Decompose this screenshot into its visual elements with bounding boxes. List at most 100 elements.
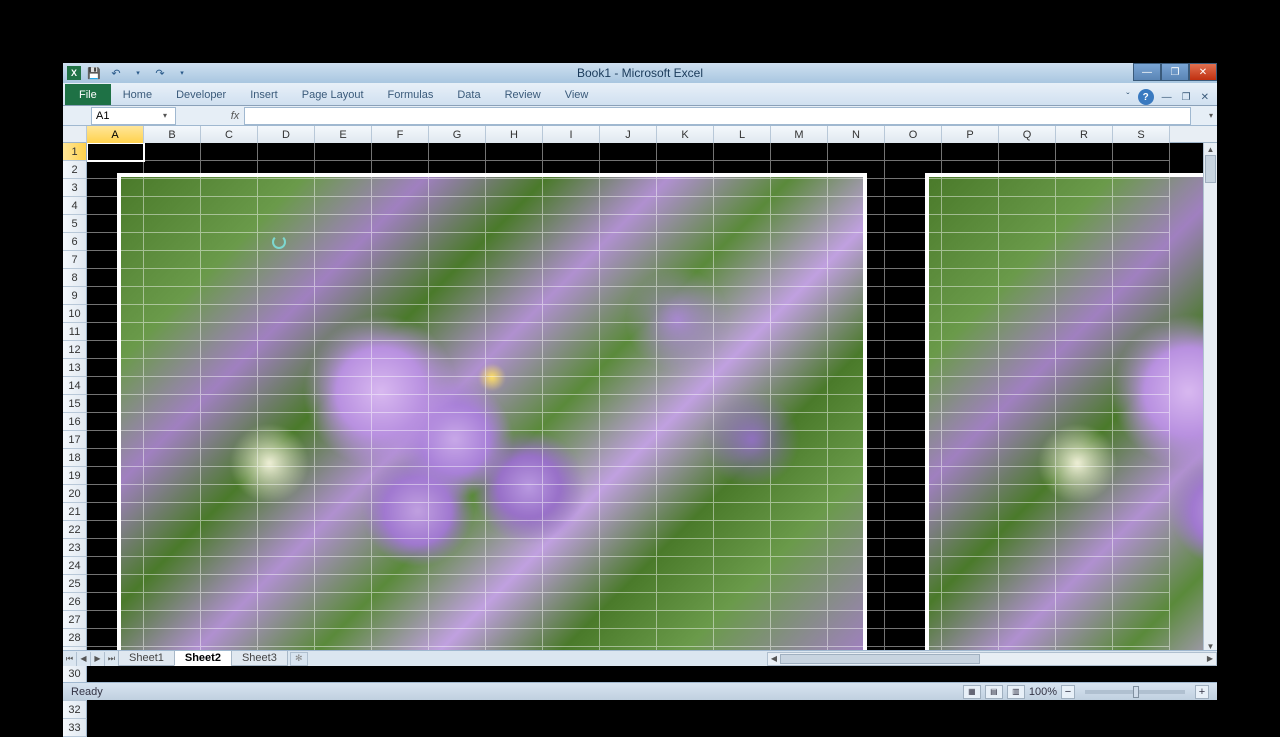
cell-c3[interactable] [201,179,258,197]
cell-k23[interactable] [657,539,714,557]
cell-l11[interactable] [714,323,771,341]
cell-j11[interactable] [600,323,657,341]
cell-c8[interactable] [201,269,258,287]
cell-e11[interactable] [315,323,372,341]
cell-g14[interactable] [429,377,486,395]
cell-m18[interactable] [771,449,828,467]
tab-review[interactable]: Review [493,84,553,105]
cell-d25[interactable] [258,575,315,593]
row-header-26[interactable]: 26 [63,593,87,611]
cell-k2[interactable] [657,161,714,179]
cell-a8[interactable] [87,269,144,287]
cell-j1[interactable] [600,143,657,161]
cell-s24[interactable] [1113,557,1170,575]
help-icon[interactable]: ? [1138,89,1154,105]
cell-d24[interactable] [258,557,315,575]
cell-d22[interactable] [258,521,315,539]
cell-d3[interactable] [258,179,315,197]
cell-a17[interactable] [87,431,144,449]
cell-k14[interactable] [657,377,714,395]
cell-g9[interactable] [429,287,486,305]
cell-o20[interactable] [885,485,942,503]
cell-q19[interactable] [999,467,1056,485]
cell-c19[interactable] [201,467,258,485]
cell-d11[interactable] [258,323,315,341]
cell-p24[interactable] [942,557,999,575]
cell-j22[interactable] [600,521,657,539]
cell-a10[interactable] [87,305,144,323]
cell-f22[interactable] [372,521,429,539]
cell-a18[interactable] [87,449,144,467]
zoom-slider[interactable] [1085,690,1185,694]
cell-l6[interactable] [714,233,771,251]
cell-m26[interactable] [771,593,828,611]
cells-area[interactable] [87,143,1203,652]
cell-b4[interactable] [144,197,201,215]
zoom-slider-handle[interactable] [1133,686,1139,698]
cell-m15[interactable] [771,395,828,413]
cell-r5[interactable] [1056,215,1113,233]
cell-l8[interactable] [714,269,771,287]
cell-k9[interactable] [657,287,714,305]
cell-b24[interactable] [144,557,201,575]
column-header-g[interactable]: G [429,126,486,143]
cell-r16[interactable] [1056,413,1113,431]
view-page-layout-icon[interactable]: ▤ [985,685,1003,699]
cell-m1[interactable] [771,143,828,161]
cell-r7[interactable] [1056,251,1113,269]
cell-e18[interactable] [315,449,372,467]
cell-e14[interactable] [315,377,372,395]
cell-n11[interactable] [828,323,885,341]
cell-f28[interactable] [372,629,429,647]
cell-r25[interactable] [1056,575,1113,593]
cell-e16[interactable] [315,413,372,431]
cell-i12[interactable] [543,341,600,359]
cell-h1[interactable] [486,143,543,161]
column-header-a[interactable]: A [87,126,144,143]
cell-o14[interactable] [885,377,942,395]
cell-b23[interactable] [144,539,201,557]
cell-b12[interactable] [144,341,201,359]
tab-page-layout[interactable]: Page Layout [290,84,376,105]
cell-s9[interactable] [1113,287,1170,305]
cell-j12[interactable] [600,341,657,359]
cell-g11[interactable] [429,323,486,341]
redo-icon[interactable]: ↷ [151,65,169,81]
cell-p6[interactable] [942,233,999,251]
cell-f3[interactable] [372,179,429,197]
cell-l20[interactable] [714,485,771,503]
cell-h16[interactable] [486,413,543,431]
cell-e24[interactable] [315,557,372,575]
cell-n8[interactable] [828,269,885,287]
cell-c7[interactable] [201,251,258,269]
cell-f20[interactable] [372,485,429,503]
cell-l1[interactable] [714,143,771,161]
cell-b18[interactable] [144,449,201,467]
cell-g28[interactable] [429,629,486,647]
cell-j17[interactable] [600,431,657,449]
view-normal-icon[interactable]: ▦ [963,685,981,699]
cell-h19[interactable] [486,467,543,485]
cell-m12[interactable] [771,341,828,359]
cell-j14[interactable] [600,377,657,395]
cell-b9[interactable] [144,287,201,305]
cell-g5[interactable] [429,215,486,233]
cell-j16[interactable] [600,413,657,431]
cell-b2[interactable] [144,161,201,179]
cell-h8[interactable] [486,269,543,287]
cell-p17[interactable] [942,431,999,449]
cell-l26[interactable] [714,593,771,611]
cell-e26[interactable] [315,593,372,611]
cell-g16[interactable] [429,413,486,431]
cell-a21[interactable] [87,503,144,521]
row-header-4[interactable]: 4 [63,197,87,215]
cell-o3[interactable] [885,179,942,197]
new-sheet-button[interactable]: ✻ [290,652,308,666]
cell-e9[interactable] [315,287,372,305]
cell-d20[interactable] [258,485,315,503]
cell-g8[interactable] [429,269,486,287]
row-header-16[interactable]: 16 [63,413,87,431]
cell-h10[interactable] [486,305,543,323]
cell-a12[interactable] [87,341,144,359]
cell-r21[interactable] [1056,503,1113,521]
